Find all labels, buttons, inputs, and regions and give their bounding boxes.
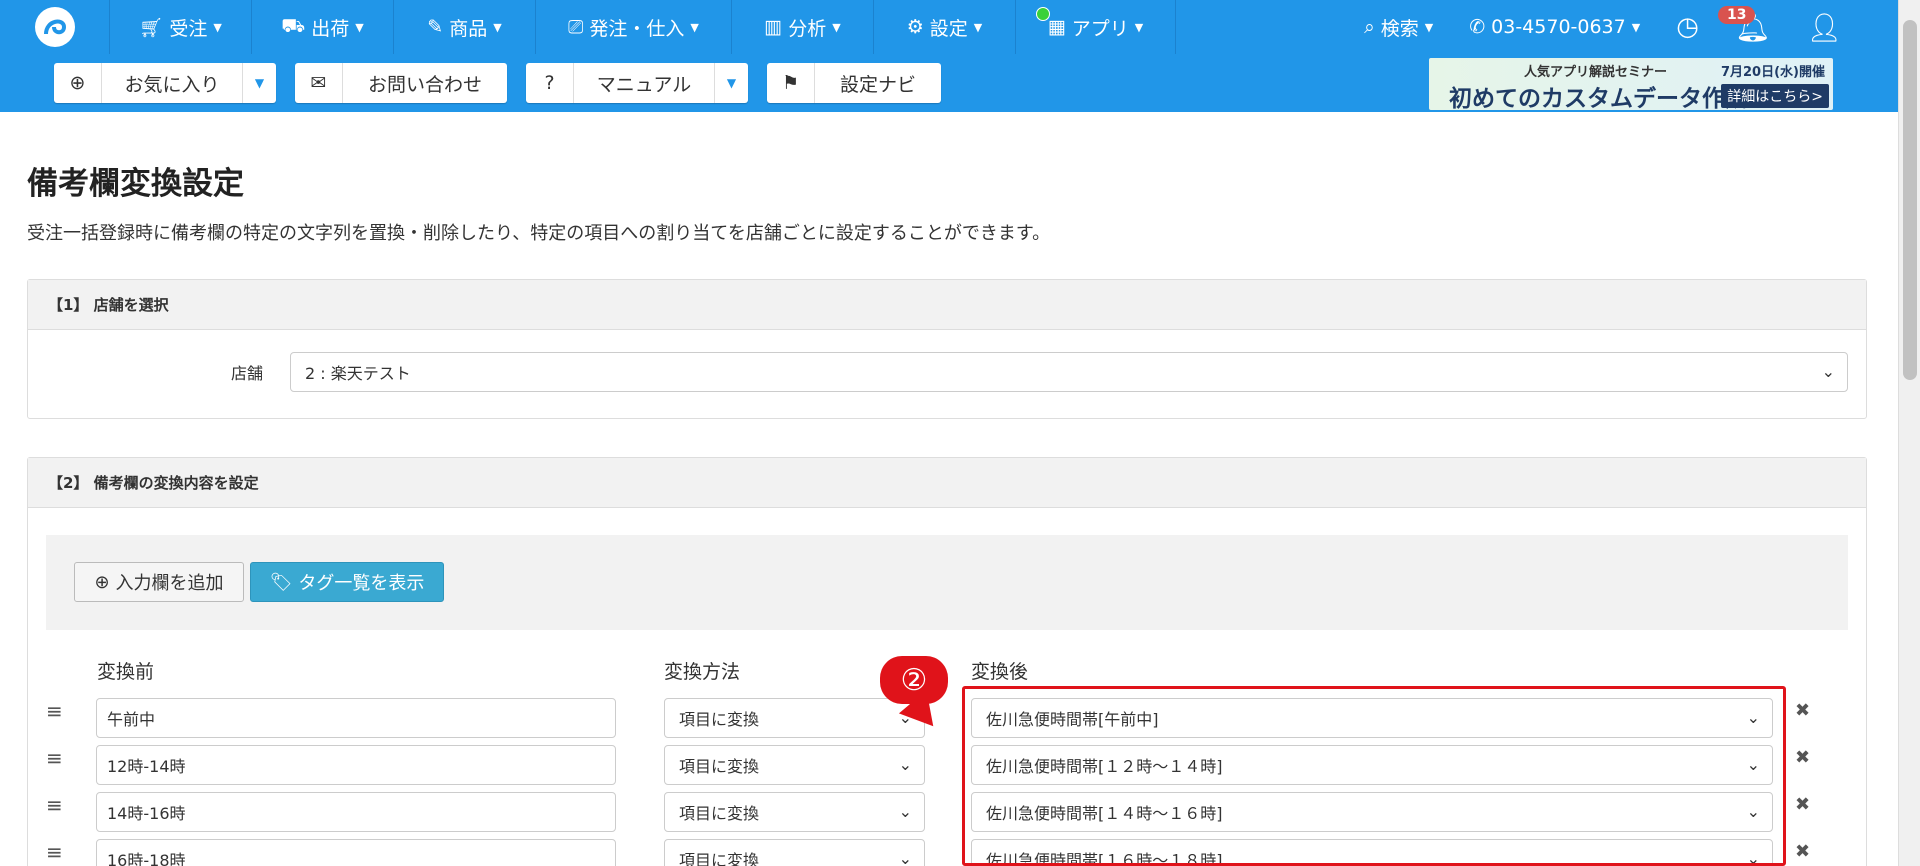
- nav-orders[interactable]: 🛒︎ 受注 ▼: [110, 0, 252, 54]
- gear-icon: ⚙: [906, 16, 924, 38]
- delete-row-icon[interactable]: ✖: [1795, 841, 1810, 862]
- plus-circle-icon: ⊕: [94, 571, 110, 593]
- status-indicator-icon: [1036, 7, 1050, 21]
- chevron-down-icon: ⌄: [898, 755, 912, 774]
- column-header-method: 変換方法: [664, 661, 741, 683]
- nav-phone[interactable]: ✆ 03-4570-0637 ▼: [1451, 0, 1658, 54]
- nav-purchase[interactable]: ⎚ 発注・仕入 ▼: [536, 0, 732, 54]
- before-text-input[interactable]: 16時-18時: [96, 839, 616, 866]
- highlight-box: [962, 686, 1786, 866]
- chevron-down-icon: ⌄: [898, 802, 912, 821]
- delete-row-icon[interactable]: ✖: [1795, 747, 1810, 768]
- method-select[interactable]: 項目に変換 ⌄: [664, 745, 925, 785]
- nav-search[interactable]: ⌕ 検索 ▼: [1346, 0, 1451, 54]
- column-header-after: 変換後: [971, 661, 1029, 683]
- drag-handle-icon[interactable]: ≡: [46, 746, 63, 770]
- seminar-banner[interactable]: 人気アプリ解説セミナー 7月20日(水)開催 初めてのカスタムデータ作成 詳細は…: [1429, 58, 1833, 110]
- column-header-before: 変換前: [97, 661, 155, 683]
- cart-icon: 🛒︎: [139, 16, 164, 39]
- caret-down-icon[interactable]: ▼: [242, 63, 276, 103]
- delete-row-icon[interactable]: ✖: [1795, 700, 1810, 721]
- panel-heading: 【1】 店舗を選択: [28, 280, 1866, 330]
- phone-icon: ✆: [1469, 16, 1486, 38]
- caret-down-icon: ▼: [1424, 20, 1434, 34]
- panel-heading: 【2】 備考欄の変換内容を設定: [28, 458, 1866, 508]
- caret-down-icon: ▼: [1134, 20, 1144, 34]
- caret-down-icon: ▼: [493, 20, 502, 34]
- banner-details-button[interactable]: 詳細はこちら>: [1721, 84, 1829, 108]
- caret-down-icon: ▼: [832, 20, 841, 34]
- user-icon: 👤︎: [1806, 10, 1842, 44]
- method-select[interactable]: 項目に変換 ⌄: [664, 839, 925, 866]
- caret-down-icon: ▼: [973, 20, 983, 34]
- drag-handle-icon[interactable]: ≡: [46, 793, 63, 817]
- before-text-input[interactable]: 午前中: [96, 698, 616, 738]
- caret-down-icon: ▼: [1631, 20, 1641, 34]
- method-select[interactable]: 項目に変換 ⌄: [664, 792, 925, 832]
- plus-circle-icon: ⊕: [54, 63, 102, 103]
- tags-icon: 🏷︎: [269, 571, 293, 593]
- user-menu-button[interactable]: 👤︎: [1788, 0, 1898, 54]
- callout-number: ②: [880, 656, 948, 704]
- grid-icon: ▦: [1047, 16, 1066, 38]
- question-circle-icon: ?: [526, 63, 574, 103]
- pencil-icon: ✎: [427, 16, 444, 38]
- nav-shipping[interactable]: ⛟ 出荷 ▼: [252, 0, 394, 54]
- before-text-input[interactable]: 12時-14時: [96, 745, 616, 785]
- scrollbar-thumb[interactable]: [1903, 20, 1917, 380]
- app-logo[interactable]: [0, 0, 110, 54]
- store-label: 店舗: [231, 364, 264, 383]
- add-input-button[interactable]: ⊕ 入力欄を追加: [74, 562, 244, 602]
- drag-handle-icon[interactable]: ≡: [46, 840, 63, 864]
- nav-products[interactable]: ✎ 商品 ▼: [394, 0, 536, 54]
- page-description: 受注一括登録時に備考欄の特定の文字列を置換・削除したり、特定の項目への割り当てを…: [27, 223, 1051, 244]
- delete-row-icon[interactable]: ✖: [1795, 794, 1810, 815]
- caret-down-icon: ▼: [355, 20, 364, 34]
- show-tags-button[interactable]: 🏷︎ タグ一覧を表示: [250, 562, 444, 602]
- sub-toolbar: ⊕ お気に入り ▼ ✉ お問い合わせ ? マニュアル ▼ ⚑ 設定ナビ 人気アプ…: [0, 54, 1898, 112]
- envelope-icon: ✉: [295, 63, 343, 103]
- nav-analytics[interactable]: ▥ 分析 ▼: [732, 0, 874, 54]
- nav-settings[interactable]: ⚙ 設定 ▼: [874, 0, 1016, 54]
- caret-down-icon: ▼: [690, 20, 699, 34]
- method-select[interactable]: 項目に変換 ⌄: [664, 698, 925, 738]
- clock-icon: ◷: [1676, 12, 1699, 42]
- chevron-down-icon: ⌄: [898, 849, 912, 866]
- manual-button[interactable]: ? マニュアル ▼: [526, 63, 748, 103]
- drag-handle-icon[interactable]: ≡: [46, 699, 63, 723]
- favorites-button[interactable]: ⊕ お気に入り ▼: [54, 63, 276, 103]
- search-icon: ⌕: [1364, 16, 1375, 38]
- button-area: ⊕ 入力欄を追加 🏷︎ タグ一覧を表示: [46, 535, 1848, 630]
- caret-down-icon[interactable]: ▼: [714, 63, 748, 103]
- logo-icon: [34, 7, 75, 47]
- top-navbar: 🛒︎ 受注 ▼ ⛟ 出荷 ▼ ✎ 商品 ▼ ⎚ 発注・仕入 ▼ ▥ 分析 ▼ ⚙ 設定 ▼ ▦ アプリ ▼ …: [0, 0, 1898, 54]
- contact-button[interactable]: ✉ お問い合わせ: [295, 63, 507, 103]
- history-button[interactable]: ◷: [1658, 0, 1717, 54]
- page-title: 備考欄変換設定: [27, 166, 244, 202]
- notification-badge: 13: [1718, 6, 1756, 24]
- flag-icon: ⚑: [767, 63, 815, 103]
- inbox-icon: ⎚: [568, 16, 584, 38]
- vertical-scrollbar[interactable]: [1898, 0, 1920, 866]
- settings-navi-button[interactable]: ⚑ 設定ナビ: [767, 63, 941, 103]
- caret-down-icon: ▼: [213, 20, 222, 34]
- store-select-panel: 【1】 店舗を選択 店舗 2 : 楽天テスト ⌄: [27, 279, 1867, 419]
- chevron-down-icon: ⌄: [1821, 362, 1835, 381]
- before-text-input[interactable]: 14時-16時: [96, 792, 616, 832]
- truck-icon: ⛟: [281, 14, 306, 37]
- bar-chart-icon: ▥: [764, 16, 783, 38]
- store-select[interactable]: 2 : 楽天テスト ⌄: [290, 352, 1848, 392]
